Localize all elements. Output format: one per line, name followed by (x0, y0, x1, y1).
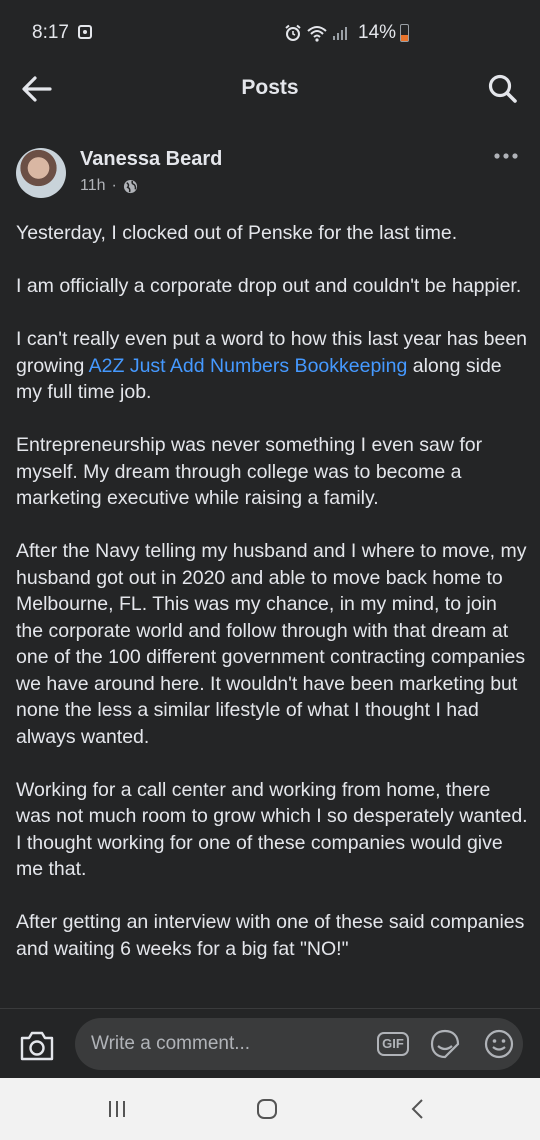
post-time[interactable]: 11h (80, 177, 106, 195)
more-horizontal-icon[interactable] (492, 146, 520, 166)
status-icons: 14% (284, 20, 410, 46)
search-icon[interactable] (486, 72, 520, 106)
avatar[interactable] (16, 148, 66, 198)
system-nav-bar (0, 1078, 540, 1140)
camera-icon[interactable] (18, 1029, 56, 1063)
sticker-icon[interactable] (429, 1028, 461, 1060)
post-paragraph: Entrepreneurship was never something I e… (16, 434, 483, 509)
post-paragraph: I am officially a corporate drop out and… (16, 275, 522, 297)
gif-button[interactable]: GIF (377, 1032, 409, 1056)
comment-bar: Write a comment... GIF (0, 1008, 540, 1079)
chevron-left-icon[interactable] (408, 1097, 428, 1121)
post-paragraph: Working for a call center and working fr… (16, 778, 528, 881)
notification-icon (78, 25, 92, 39)
comment-input[interactable]: Write a comment... GIF (75, 1018, 523, 1070)
post-paragraph: After the Navy telling my husband and I … (16, 540, 527, 748)
post-body: Yesterday, I clocked out of Penske for t… (16, 220, 528, 989)
meta-separator: · (111, 177, 117, 194)
recent-apps-icon[interactable] (106, 1098, 128, 1120)
page-title: Posts (241, 76, 299, 99)
status-bar: 8:17 14% (0, 0, 540, 66)
wifi-icon (307, 26, 327, 42)
post-paragraph: I can't really even put a word to how th… (16, 326, 528, 406)
status-time: 8:17 (32, 22, 69, 43)
signal-icon (333, 27, 347, 40)
battery-icon (400, 24, 410, 42)
alarm-icon (285, 24, 301, 41)
author-name[interactable]: Vanessa Beard (80, 148, 222, 171)
post-paragraph: After getting an interview with one of t… (16, 911, 525, 960)
post-meta: 11h · (80, 177, 138, 195)
comment-placeholder: Write a comment... (91, 1033, 251, 1054)
post-header: Vanessa Beard 11h · (0, 140, 540, 200)
globe-icon (123, 179, 137, 193)
post-paragraph: Yesterday, I clocked out of Penske for t… (16, 222, 458, 244)
battery-percent: 14% (358, 22, 397, 43)
emoji-icon[interactable] (483, 1028, 515, 1060)
page-link[interactable]: A2Z Just Add Numbers Bookkeeping (89, 355, 408, 377)
app-header: Posts (0, 66, 540, 112)
home-icon[interactable] (256, 1098, 278, 1120)
